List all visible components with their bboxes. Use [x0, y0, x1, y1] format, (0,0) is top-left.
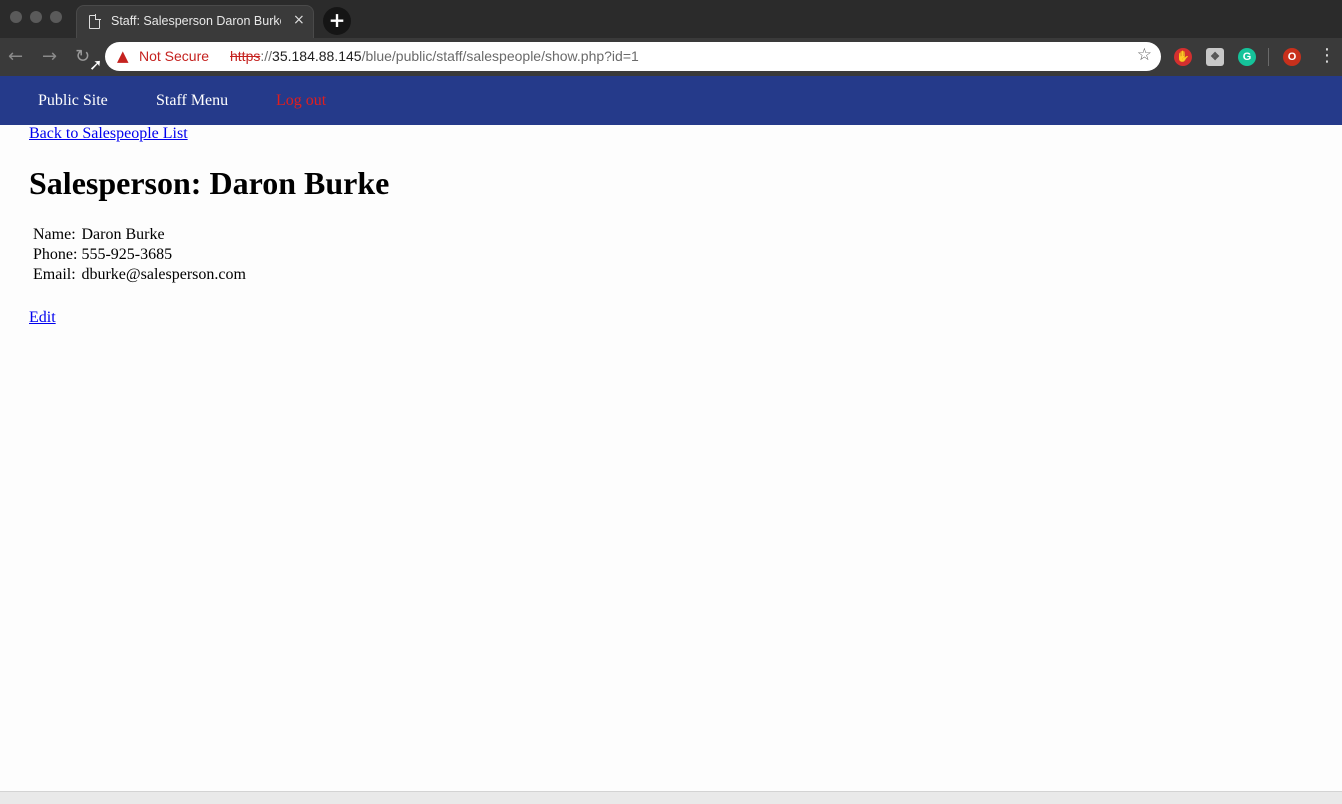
toolbar-divider	[1268, 48, 1269, 66]
browser-tab[interactable]: Staff: Salesperson Daron Burke ×	[76, 5, 314, 38]
back-to-list-link[interactable]: Back to Salespeople List	[29, 125, 188, 143]
new-tab-button[interactable]: +	[323, 7, 351, 35]
security-indicator[interactable]: Not Secure	[139, 48, 209, 64]
horizontal-scrollbar[interactable]	[0, 791, 1342, 804]
nav-link-staff-menu[interactable]: Staff Menu	[156, 92, 228, 110]
browser-toolbar: ← → ↻ ➚ ▲ Not Secure https://35.184.88.1…	[0, 38, 1342, 76]
nav-link-public-site[interactable]: Public Site	[38, 92, 108, 110]
window-minimize-button[interactable]	[30, 11, 42, 23]
name-label: Name:	[33, 226, 76, 243]
table-row: Name: Daron Burke	[32, 226, 247, 244]
url-separator: ://	[260, 48, 273, 64]
window-zoom-button[interactable]	[50, 11, 62, 23]
reload-icon[interactable]: ↻	[75, 46, 90, 67]
mouse-cursor-icon: ➚	[89, 55, 103, 74]
name-value: Daron Burke	[81, 226, 165, 243]
back-arrow-icon[interactable]: ←	[8, 46, 23, 67]
page-favicon-icon	[89, 14, 101, 29]
adblock-extension-icon[interactable]: ✋	[1174, 48, 1192, 66]
table-row: Phone: 555-925-3685	[32, 246, 247, 264]
url-scheme: https	[230, 48, 261, 64]
warning-triangle-icon[interactable]: ▲	[117, 47, 129, 65]
url-host: 35.184.88.145	[272, 48, 362, 64]
phone-value: 555-925-3685	[81, 246, 173, 263]
profile-avatar-icon[interactable]: O	[1283, 48, 1301, 66]
url-path: /blue/public/staff/salespeople/show.php?…	[361, 48, 639, 64]
salesperson-details-table: Name: Daron Burke Phone: 555-925-3685 Em…	[30, 224, 249, 286]
extension-puzzle-icon[interactable]: ❖	[1206, 48, 1224, 66]
browser-menu-icon[interactable]: ⋮	[1318, 45, 1336, 66]
table-row: Email: dburke@salesperson.com	[32, 266, 247, 284]
email-label: Email:	[33, 266, 76, 283]
email-value: dburke@salesperson.com	[81, 266, 246, 283]
nav-link-log-out[interactable]: Log out	[276, 92, 326, 110]
url-text[interactable]: https://35.184.88.145/blue/public/staff/…	[230, 48, 639, 64]
window-close-button[interactable]	[10, 11, 22, 23]
page-title: Salesperson: Daron Burke	[29, 165, 390, 201]
phone-label: Phone:	[33, 246, 78, 263]
site-navigation: Public Site Staff Menu Log out	[0, 76, 1342, 125]
tab-title: Staff: Salesperson Daron Burke	[111, 14, 281, 28]
address-bar[interactable]: ▲ Not Secure https://35.184.88.145/blue/…	[105, 42, 1161, 71]
forward-arrow-icon[interactable]: →	[42, 46, 57, 67]
tab-close-icon[interactable]: ×	[293, 12, 305, 28]
edit-link[interactable]: Edit	[29, 309, 56, 327]
grammarly-extension-icon[interactable]: G	[1238, 48, 1256, 66]
browser-tab-bar: Staff: Salesperson Daron Burke × +	[0, 0, 1342, 38]
bookmark-star-icon[interactable]: ☆	[1137, 45, 1152, 65]
